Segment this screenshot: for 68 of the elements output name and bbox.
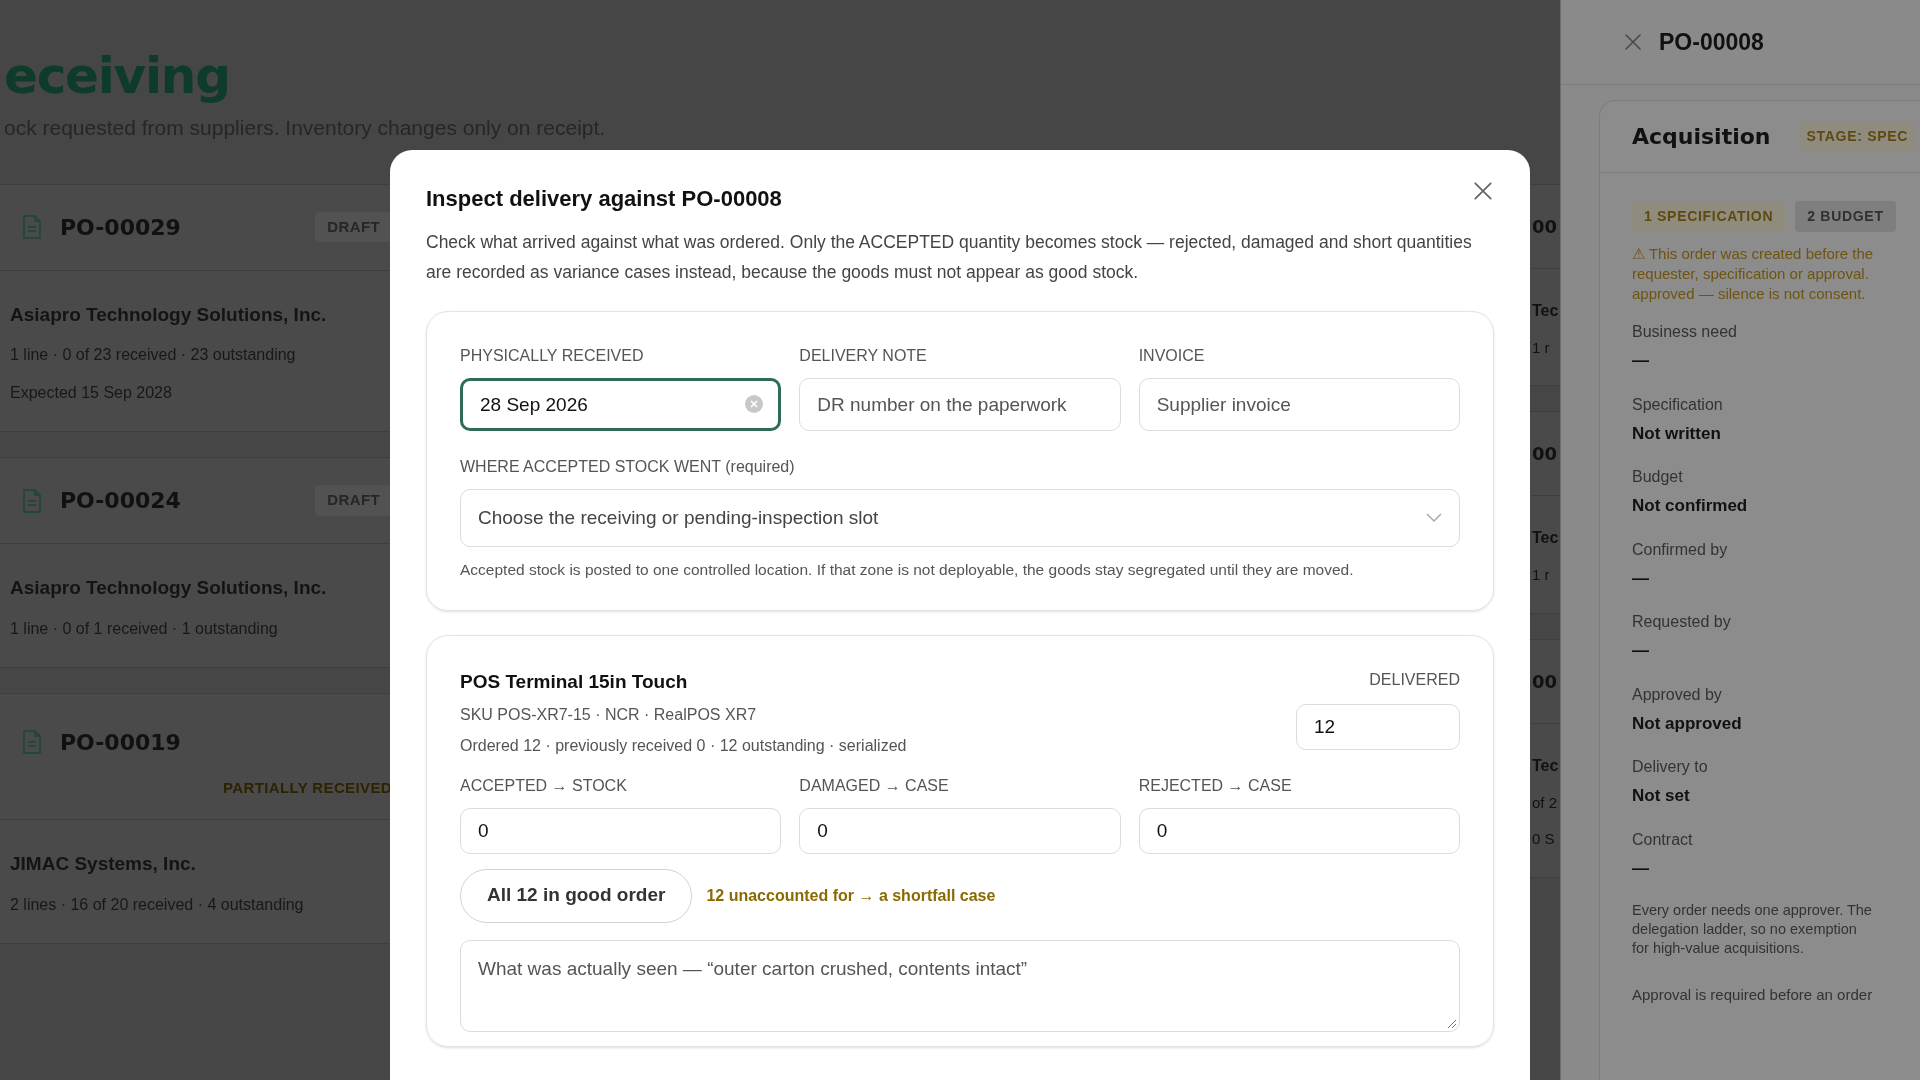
supplier-name: Tec xyxy=(1532,528,1560,548)
field-value: Not confirmed xyxy=(1632,495,1749,517)
product-name: POS Terminal 15in Touch xyxy=(460,670,689,694)
order-number: 00 xyxy=(1532,443,1558,464)
dialog-description: Check what arrived against what was ordered. Only the ACCEPTED quantity becomes stock — rejected, damaged and short quantities are recorded as variance cases instead, because the goods must not appear as good stock. xyxy=(426,231,1473,284)
document-icon xyxy=(22,730,42,754)
quantity-field[interactable]: 0 xyxy=(1138,807,1460,854)
order-quantities: Ordered 12 · previously received 0 · 12 outstanding · serialized xyxy=(460,735,907,756)
order-number: PO-00019 xyxy=(60,728,181,757)
order-number: 00 xyxy=(1532,670,1558,692)
field-label: Requested by xyxy=(1632,612,1732,632)
field-label: Delivery to xyxy=(1632,757,1709,777)
close-icon[interactable] xyxy=(1472,180,1494,202)
field-value: Not written xyxy=(1632,422,1722,445)
step-tab[interactable]: 2 BUDGET xyxy=(1795,201,1896,232)
location-select[interactable]: Choose the receiving or pending-inspection slot xyxy=(460,489,1460,547)
quantity-field[interactable]: 0 xyxy=(460,807,782,854)
warning-message: ⚠ This order was created before the requester, specification or approval. approved — silence is not consent. xyxy=(1632,244,1875,304)
field-label: DELIVERED xyxy=(1369,670,1460,690)
field-label: PHYSICALLY RECEIVED xyxy=(460,346,645,366)
field-label: Budget xyxy=(1632,467,1684,487)
chevron-down-icon xyxy=(1426,513,1442,523)
step-tab[interactable]: 1 SPECIFICATION xyxy=(1632,201,1786,232)
supplier-name: Tec xyxy=(1532,300,1560,321)
observation-field[interactable]: What was actually seen — “outer carton crushed, contents intact” xyxy=(460,939,1460,1032)
field-label: ACCEPTED → STOCK xyxy=(460,775,628,796)
dialog-title: Inspect delivery against PO-00008 xyxy=(426,185,782,213)
status-label: PARTIALLY RECEIVED xyxy=(223,777,392,798)
text-field[interactable]: DR number on the paperwork xyxy=(799,378,1121,431)
field-label: Confirmed by xyxy=(1632,539,1729,560)
delivered-field[interactable]: 12 xyxy=(1296,704,1460,750)
field-label: DELIVERY NOTE xyxy=(799,346,928,366)
quantity-field[interactable]: 0 xyxy=(799,807,1121,854)
order-number: 00 xyxy=(1532,215,1558,237)
date-field[interactable]: 28 Sep 2026 xyxy=(460,378,782,431)
field-label: Contract xyxy=(1632,829,1694,850)
field-label: Specification xyxy=(1632,394,1724,415)
field-label: Business need xyxy=(1632,322,1738,342)
order-number: PO-00024 xyxy=(60,487,181,515)
field-label: Approved by xyxy=(1632,684,1723,705)
supplier-name: Tec xyxy=(1532,755,1560,776)
stage-badge: STAGE: SPEC xyxy=(1798,122,1917,151)
order-number: PO-00029 xyxy=(60,213,181,242)
field-value: — xyxy=(1632,640,1650,662)
close-icon[interactable] xyxy=(1623,32,1643,52)
field-value: — xyxy=(1632,350,1650,372)
field-label: REJECTED → CASE xyxy=(1138,775,1293,796)
location-help: Accepted stock is posted to one controlled location. If that zone is not deployable, the goods stay segregated until they are moved. xyxy=(460,560,1355,580)
card-title: Acquisition xyxy=(1632,123,1771,151)
drawer-title: PO-00008 xyxy=(1659,27,1764,57)
order-summary: 0 S xyxy=(1532,829,1556,849)
field-label: DAMAGED → CASE xyxy=(799,775,950,796)
approval-footer: Approval is required before an order xyxy=(1632,984,1920,1007)
field-label: INVOICE xyxy=(1138,346,1206,366)
approval-note: Every order needs one approver. The delegation ladder, so no exemption for high-value acquisitions. xyxy=(1632,901,1873,958)
field-value: — xyxy=(1632,857,1650,880)
field-value: Not approved xyxy=(1632,712,1743,735)
variance-warning: 12 unaccounted for → a shortfall case xyxy=(706,885,996,906)
product-sku: SKU POS-XR7-15 · NCR · RealPOS XR7 xyxy=(460,704,758,725)
resize-handle-icon[interactable] xyxy=(1447,1018,1457,1029)
document-icon xyxy=(22,488,42,513)
text-field[interactable]: Supplier invoice xyxy=(1138,378,1460,431)
field-value: — xyxy=(1632,567,1650,590)
order-summary: of 2 xyxy=(1532,792,1559,813)
field-label: WHERE ACCEPTED STOCK WENT (required) xyxy=(460,457,796,477)
document-icon xyxy=(22,215,42,239)
field-value: Not set xyxy=(1632,785,1691,807)
page-title: eceiving xyxy=(4,46,231,107)
